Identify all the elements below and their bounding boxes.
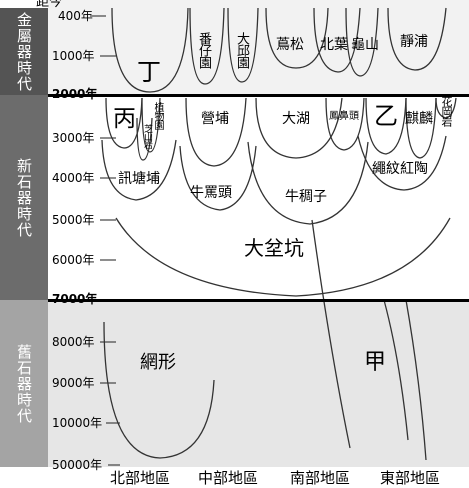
culture-jia: 甲 — [364, 350, 387, 375]
culture-guishan: 龜山 — [351, 37, 379, 53]
tick-7000: 7000年 — [52, 292, 98, 306]
culture-wangxing: 網形 — [140, 352, 176, 373]
tick-3000: 3000年 — [52, 131, 95, 145]
tick-5000: 5000年 — [52, 213, 95, 227]
culture-ding: 丁 — [137, 58, 161, 86]
culture-huaganshan: 花岡岩 — [440, 96, 453, 126]
tick-50000: 50000年 — [52, 458, 103, 472]
region-north: 北部地區 — [110, 469, 171, 487]
culture-jingpu: 靜浦 — [400, 34, 428, 50]
culture-dabenkeng: 大坌坑 — [244, 236, 304, 260]
culture-niuchouzi: 牛稠子 — [285, 189, 327, 205]
culture-fanziyuan: 番仔園 — [196, 32, 211, 68]
arc-lines — [90, 7, 457, 466]
region-central: 中部地區 — [198, 469, 259, 487]
tick-6000: 6000年 — [52, 253, 95, 267]
culture-dagiuyuan: 大邱園 — [234, 32, 249, 68]
tick-2000: 2000年 — [52, 87, 98, 101]
tick-10000: 10000年 — [52, 416, 103, 430]
culture-beiye: 北葉 — [320, 37, 348, 53]
chronology-diagram: 金屬器時代 新石器時代 舊石器時代 距今 400年 1000年 2000年 30… — [0, 0, 469, 487]
tick-9000: 9000年 — [52, 376, 95, 390]
tick-1000: 1000年 — [52, 49, 95, 63]
tick-400: 400年 — [58, 9, 93, 23]
culture-zhishanyan: 芝山岩 — [142, 124, 152, 148]
culture-shengwen: 繩紋紅陶 — [372, 161, 428, 177]
culture-zhiwuyuan: 植物園 — [152, 102, 163, 129]
culture-xuntangpu: 訊塘埔 — [118, 171, 160, 187]
culture-niaosong: 蔦松 — [276, 37, 304, 53]
region-east: 東部地區 — [380, 469, 441, 487]
tick-4000: 4000年 — [52, 171, 95, 185]
culture-fengbitou: 鳳鼻頭 — [329, 111, 359, 122]
boundary-2000 — [48, 94, 469, 97]
boundary-7000 — [48, 299, 469, 302]
culture-qilin: 麒麟 — [405, 111, 433, 127]
culture-bing: 丙 — [113, 106, 136, 132]
culture-yi: 乙 — [374, 102, 398, 130]
tick-8000: 8000年 — [52, 335, 95, 349]
culture-yingpu: 營埔 — [201, 111, 229, 127]
region-south: 南部地區 — [290, 469, 351, 487]
culture-dahu: 大湖 — [282, 111, 310, 127]
culture-niumatou: 牛罵頭 — [190, 185, 232, 201]
